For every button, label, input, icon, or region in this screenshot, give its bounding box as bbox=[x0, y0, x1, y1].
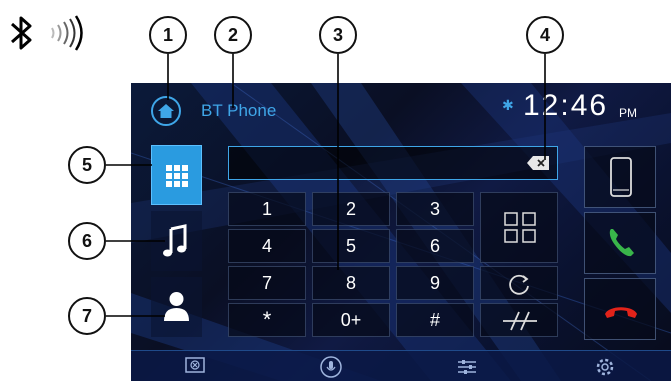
callout-1: 1 bbox=[149, 16, 187, 54]
number-display-field[interactable] bbox=[228, 146, 558, 180]
key-0-plus[interactable]: 0+ bbox=[312, 303, 390, 337]
callout-7: 7 bbox=[68, 297, 106, 335]
tab-music[interactable] bbox=[151, 211, 202, 271]
call-button[interactable] bbox=[584, 212, 656, 274]
head-unit-screen: BT Phone ✱ 12:46 PM 1 2 3 4 5 6 7 8 9 * … bbox=[131, 83, 671, 381]
home-button[interactable] bbox=[151, 96, 181, 126]
callout-4: 4 bbox=[526, 16, 564, 54]
music-icon bbox=[163, 224, 187, 257]
hangup-icon bbox=[605, 307, 637, 318]
tab-contacts[interactable] bbox=[151, 277, 202, 337]
callout-2: 2 bbox=[214, 16, 252, 54]
redial-icon bbox=[509, 274, 529, 295]
microphone-icon[interactable] bbox=[319, 355, 343, 379]
bluetooth-signal-icon bbox=[11, 15, 83, 51]
key-7[interactable]: 7 bbox=[228, 266, 306, 300]
grid-icon bbox=[504, 212, 536, 243]
callout-6: 6 bbox=[68, 222, 106, 260]
clock-time: 12:46 bbox=[523, 89, 609, 122]
page-title: BT Phone bbox=[201, 101, 277, 120]
equalizer-icon[interactable] bbox=[455, 355, 479, 379]
callout-5: 5 bbox=[68, 146, 106, 184]
clock-ampm: PM bbox=[619, 106, 637, 120]
tab-keypad[interactable] bbox=[151, 145, 202, 205]
gear-icon[interactable] bbox=[593, 355, 617, 379]
callout-3: 3 bbox=[319, 16, 357, 54]
key-8[interactable]: 8 bbox=[312, 266, 390, 300]
redial-button[interactable] bbox=[480, 266, 558, 300]
hangup-button[interactable] bbox=[584, 278, 656, 340]
bluetooth-status-icon: ✱ bbox=[502, 97, 514, 113]
grid-button[interactable] bbox=[480, 192, 558, 263]
home-icon bbox=[158, 104, 174, 118]
contact-icon bbox=[164, 292, 189, 321]
key-6[interactable]: 6 bbox=[396, 229, 474, 263]
smartphone-icon bbox=[610, 157, 632, 197]
mute-icon bbox=[503, 311, 537, 331]
call-icon bbox=[609, 229, 634, 257]
key-1[interactable]: 1 bbox=[228, 192, 306, 226]
key-5[interactable]: 5 bbox=[312, 229, 390, 263]
phone-device-button[interactable] bbox=[584, 146, 656, 208]
backspace-icon[interactable] bbox=[527, 156, 549, 170]
keypad-icon bbox=[166, 165, 188, 187]
bottom-toolbar bbox=[131, 350, 671, 381]
key-4[interactable]: 4 bbox=[228, 229, 306, 263]
key-9[interactable]: 9 bbox=[396, 266, 474, 300]
key-3[interactable]: 3 bbox=[396, 192, 474, 226]
key-2[interactable]: 2 bbox=[312, 192, 390, 226]
screen-off-icon[interactable] bbox=[183, 355, 207, 379]
key-hash[interactable]: # bbox=[396, 303, 474, 337]
key-star[interactable]: * bbox=[228, 303, 306, 337]
mute-button[interactable] bbox=[480, 303, 558, 337]
